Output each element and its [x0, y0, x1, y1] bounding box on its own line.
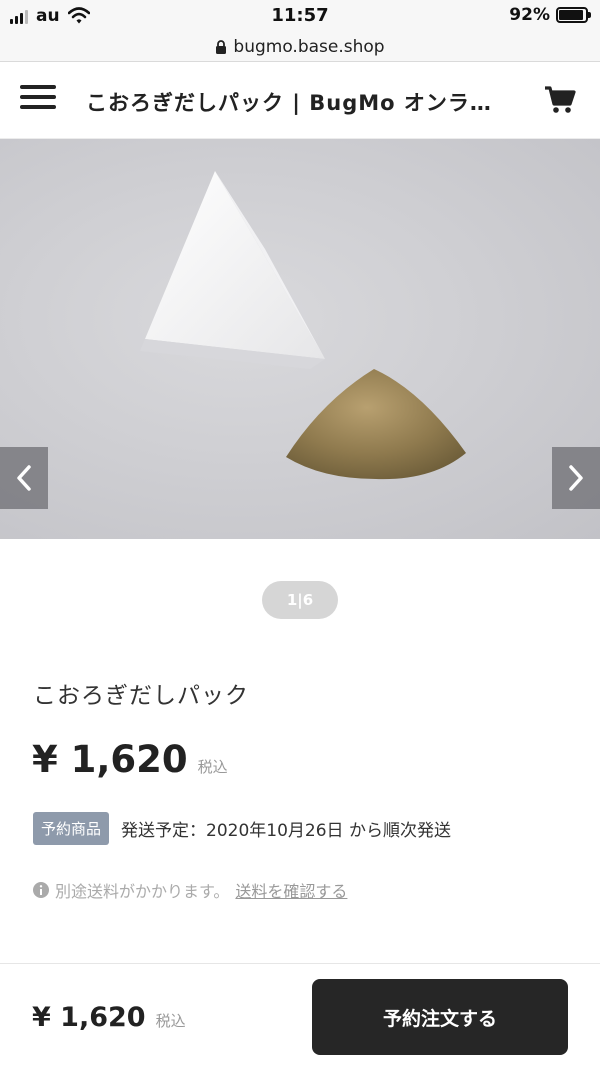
product-image-carousel[interactable] [0, 139, 600, 539]
shipping-notice-row: 別途送料がかかります。 送料を確認する [33, 878, 347, 902]
page-title: こおろぎだしパック | BugMo オンラ… [86, 91, 492, 115]
preorder-badge: 予約商品 [33, 812, 110, 845]
carousel-pager: 1|6 [262, 581, 338, 619]
check-shipping-link[interactable]: 送料を確認する [235, 878, 347, 902]
site-header: こおろぎだしパック | BugMo オンラ… [0, 63, 600, 139]
bottom-purchase-bar: ¥ 1,620 税込 予約注文する [0, 963, 600, 1067]
chevron-right-icon [569, 465, 583, 491]
bottom-tax-label: 税込 [155, 1012, 186, 1030]
dashi-powder-image [286, 369, 466, 480]
cart-icon[interactable] [544, 85, 576, 115]
battery-level [559, 10, 583, 20]
url-bar[interactable]: bugmo.base.shop [0, 32, 600, 62]
chevron-left-icon [17, 465, 31, 491]
hamburger-menu-icon[interactable] [20, 85, 56, 115]
status-bar-right: 92% [509, 5, 591, 25]
bottom-price: ¥ 1,620 [32, 1002, 146, 1033]
shipping-schedule: 発送予定：2020年10月26日 から順次発送 [121, 821, 451, 841]
shipping-notice: 別途送料がかかります。 [55, 882, 230, 901]
status-bar: au 11:57 92% [0, 0, 600, 32]
lock-icon [216, 39, 227, 54]
battery-icon [556, 7, 591, 23]
product-price: ¥ 1,620 [32, 738, 188, 781]
carousel-next-button[interactable] [552, 447, 600, 509]
url-text: bugmo.base.shop [233, 36, 385, 57]
info-icon [33, 882, 49, 898]
tax-label: 税込 [197, 758, 228, 776]
price-row: ¥ 1,620 税込 [32, 738, 228, 781]
preorder-row: 予約商品 発送予定：2020年10月26日 から順次発送 [33, 812, 451, 845]
bottom-price-row: ¥ 1,620 税込 [32, 1002, 186, 1033]
preorder-button[interactable]: 予約注文する [312, 979, 568, 1055]
tea-bag-image [140, 171, 325, 369]
product-name: こおろぎだしパック [33, 683, 249, 709]
carousel-prev-button[interactable] [0, 447, 48, 509]
battery-percentage: 92% [509, 5, 550, 25]
